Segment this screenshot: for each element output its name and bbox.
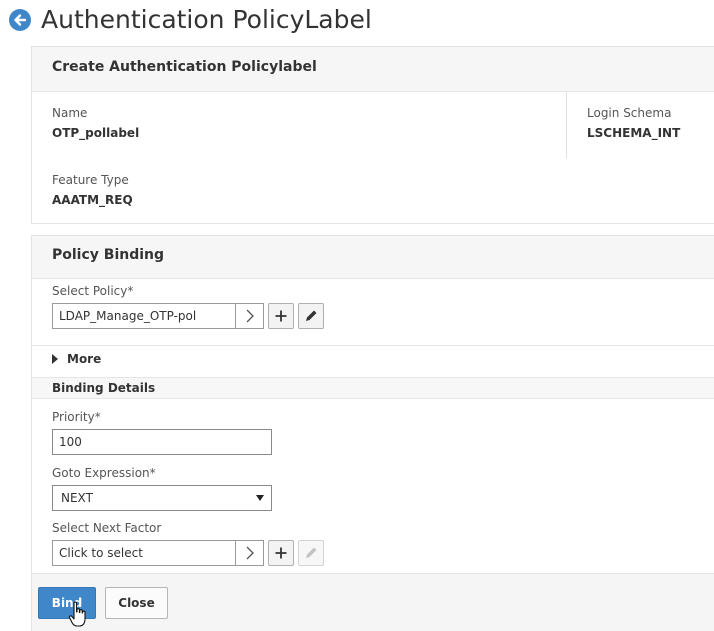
next-factor-label: Select Next Factor bbox=[52, 521, 162, 535]
feature-type-label: Feature Type bbox=[52, 173, 129, 187]
pencil-icon bbox=[306, 547, 317, 558]
pencil-icon bbox=[306, 310, 317, 321]
name-label: Name bbox=[52, 106, 88, 120]
binding-details-label: Binding Details bbox=[52, 381, 156, 395]
add-next-factor-button[interactable] bbox=[268, 540, 294, 566]
name-value: OTP_pollabel bbox=[52, 126, 140, 140]
next-factor-picker-button[interactable] bbox=[236, 540, 264, 566]
page-title: Authentication PolicyLabel bbox=[41, 5, 372, 34]
more-toggle[interactable]: More bbox=[52, 352, 112, 368]
caret-right-icon bbox=[52, 354, 58, 364]
binding-panel-title: Policy Binding bbox=[52, 247, 165, 263]
login-schema-label: Login Schema bbox=[587, 106, 672, 120]
hand-cursor-icon bbox=[68, 601, 86, 627]
priority-input[interactable]: 100 bbox=[52, 429, 272, 455]
binding-panel-header: Policy Binding bbox=[32, 236, 714, 279]
close-button[interactable]: Close bbox=[105, 587, 168, 619]
create-panel-header: Create Authentication Policylabel bbox=[32, 47, 714, 92]
plus-icon bbox=[275, 547, 287, 559]
column-divider bbox=[566, 92, 567, 158]
feature-type-value: AAATM_REQ bbox=[52, 193, 133, 207]
priority-label: Priority* bbox=[52, 410, 101, 424]
plus-icon bbox=[275, 310, 287, 322]
select-policy-field[interactable]: LDAP_Manage_OTP-pol bbox=[52, 303, 236, 329]
back-arrow-icon bbox=[14, 14, 27, 26]
divider bbox=[32, 345, 714, 346]
select-policy-picker-button[interactable] bbox=[236, 303, 264, 329]
binding-details-header: Binding Details bbox=[32, 377, 714, 399]
edit-policy-button[interactable] bbox=[298, 303, 324, 329]
chevron-right-icon bbox=[246, 309, 254, 323]
back-button[interactable] bbox=[9, 9, 31, 31]
dropdown-caret-icon bbox=[256, 495, 264, 501]
chevron-right-icon bbox=[246, 546, 254, 560]
goto-expression-value: NEXT bbox=[61, 491, 93, 505]
create-panel-title: Create Authentication Policylabel bbox=[52, 59, 317, 75]
next-factor-field[interactable]: Click to select bbox=[52, 540, 236, 566]
select-policy-label: Select Policy* bbox=[52, 284, 134, 298]
login-schema-value: LSCHEMA_INT bbox=[587, 126, 681, 140]
goto-expression-label: Goto Expression* bbox=[52, 466, 156, 480]
add-policy-button[interactable] bbox=[268, 303, 294, 329]
more-label: More bbox=[67, 352, 102, 366]
goto-expression-select[interactable]: NEXT bbox=[52, 485, 272, 511]
edit-next-factor-button[interactable] bbox=[298, 540, 324, 566]
